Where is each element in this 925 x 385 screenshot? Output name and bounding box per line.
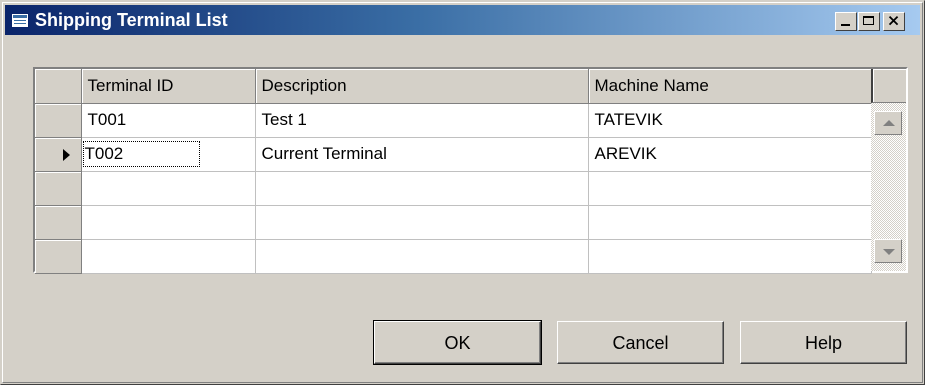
cell-machine-name[interactable] [588,171,872,206]
cell-description[interactable] [255,239,589,274]
table-row[interactable] [35,171,872,206]
shipping-terminal-list-window: Shipping Terminal List Terminal ID Descr… [0,0,925,385]
maximize-button[interactable] [858,12,880,31]
row-selector[interactable] [35,171,82,206]
close-icon [888,15,899,26]
scroll-up-button[interactable] [874,111,902,135]
cell-description[interactable]: Current Terminal [255,137,589,172]
cell-terminal-id[interactable] [81,171,256,206]
column-header-terminal-id[interactable]: Terminal ID [81,69,256,104]
table-row[interactable] [35,205,872,240]
cell-description[interactable] [255,171,589,206]
cell-machine-name[interactable]: TATEVIK [588,103,872,138]
close-button[interactable] [883,12,905,31]
table-row[interactable] [35,239,872,274]
table-list-icon [11,13,29,28]
cell-terminal-id[interactable] [81,239,256,274]
minimize-button[interactable] [835,12,857,31]
cell-description[interactable]: Test 1 [255,103,589,138]
row-selector-current[interactable] [35,137,82,172]
column-header-description[interactable]: Description [255,69,589,104]
minimize-icon [841,24,850,26]
focused-cell[interactable]: T002 [82,141,201,167]
cell-terminal-id[interactable]: T001 [81,103,256,138]
window-title: Shipping Terminal List [35,10,228,30]
current-row-arrow-icon [63,148,70,161]
scrollbar-header [871,69,906,103]
header-row: Terminal ID Description Machine Name [35,69,872,104]
table-row[interactable]: T001 Test 1 TATEVIK [35,103,872,138]
scroll-down-button[interactable] [874,239,902,263]
arrow-down-icon [883,249,895,255]
cell-machine-name[interactable] [588,239,872,274]
table-row-current[interactable]: T002 Current Terminal AREVIK [35,137,872,172]
ok-button[interactable]: OK [373,320,542,365]
terminal-table: Terminal ID Description Machine Name T00… [35,69,872,274]
column-header-machine-name[interactable]: Machine Name [588,69,872,104]
cell-terminal-id[interactable]: T002 [81,137,256,172]
arrow-up-icon [883,120,895,126]
cell-description[interactable] [255,205,589,240]
title-bar[interactable]: Shipping Terminal List [5,5,920,35]
row-selector[interactable] [35,205,82,240]
grid-corner[interactable] [35,69,82,104]
cancel-button[interactable]: Cancel [557,321,724,364]
cell-machine-name[interactable] [588,205,872,240]
vertical-scrollbar[interactable] [871,69,906,271]
help-button[interactable]: Help [740,321,907,364]
maximize-icon [863,16,874,25]
cell-terminal-id[interactable] [81,205,256,240]
cell-machine-name[interactable]: AREVIK [588,137,872,172]
row-selector[interactable] [35,103,82,138]
terminal-grid[interactable]: Terminal ID Description Machine Name T00… [33,67,908,274]
row-selector[interactable] [35,239,82,274]
